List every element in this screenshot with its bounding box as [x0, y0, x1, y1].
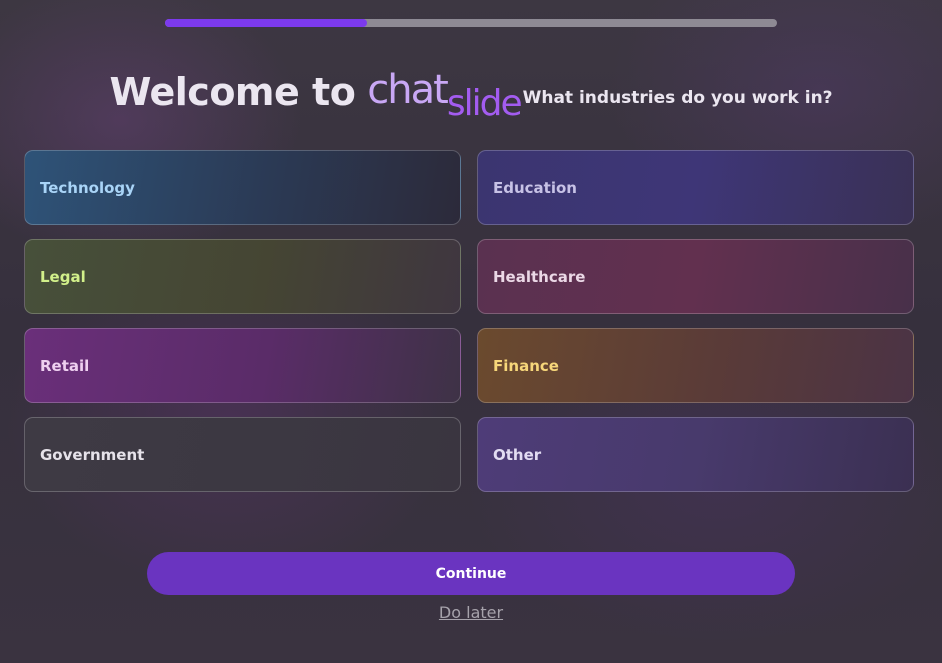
- logo-slide: slide: [446, 83, 523, 124]
- onboarding-modal: Welcome to chat slide What industries do …: [0, 0, 942, 663]
- option-label: Healthcare: [493, 267, 586, 286]
- chatslide-logo: chat slide: [367, 67, 522, 124]
- option-label: Government: [40, 445, 145, 464]
- option-education[interactable]: Education: [477, 150, 914, 225]
- option-healthcare[interactable]: Healthcare: [477, 239, 914, 314]
- option-label: Legal: [40, 267, 86, 286]
- question-text: What industries do you work in?: [522, 88, 833, 108]
- option-retail[interactable]: Retail: [24, 328, 461, 403]
- welcome-text: Welcome to: [109, 70, 356, 114]
- heading: Welcome to chat slide What industries do …: [0, 62, 942, 124]
- progress-bar: [165, 19, 777, 27]
- option-label: Education: [493, 178, 577, 197]
- progress-bar-fill: [165, 19, 367, 27]
- option-technology[interactable]: Technology: [24, 150, 461, 225]
- do-later-link[interactable]: Do later: [439, 603, 503, 622]
- option-label: Technology: [40, 178, 135, 197]
- option-label: Finance: [493, 356, 559, 375]
- option-legal[interactable]: Legal: [24, 239, 461, 314]
- logo-chat: chat: [367, 67, 449, 113]
- option-finance[interactable]: Finance: [477, 328, 914, 403]
- option-label: Retail: [40, 356, 90, 375]
- do-later-wrapper: Do later: [0, 603, 942, 622]
- option-government[interactable]: Government: [24, 417, 461, 492]
- option-label: Other: [493, 445, 542, 464]
- option-other[interactable]: Other: [477, 417, 914, 492]
- industry-options: Technology Education Legal Healthcare Re…: [24, 150, 914, 492]
- continue-button[interactable]: Continue: [147, 552, 795, 595]
